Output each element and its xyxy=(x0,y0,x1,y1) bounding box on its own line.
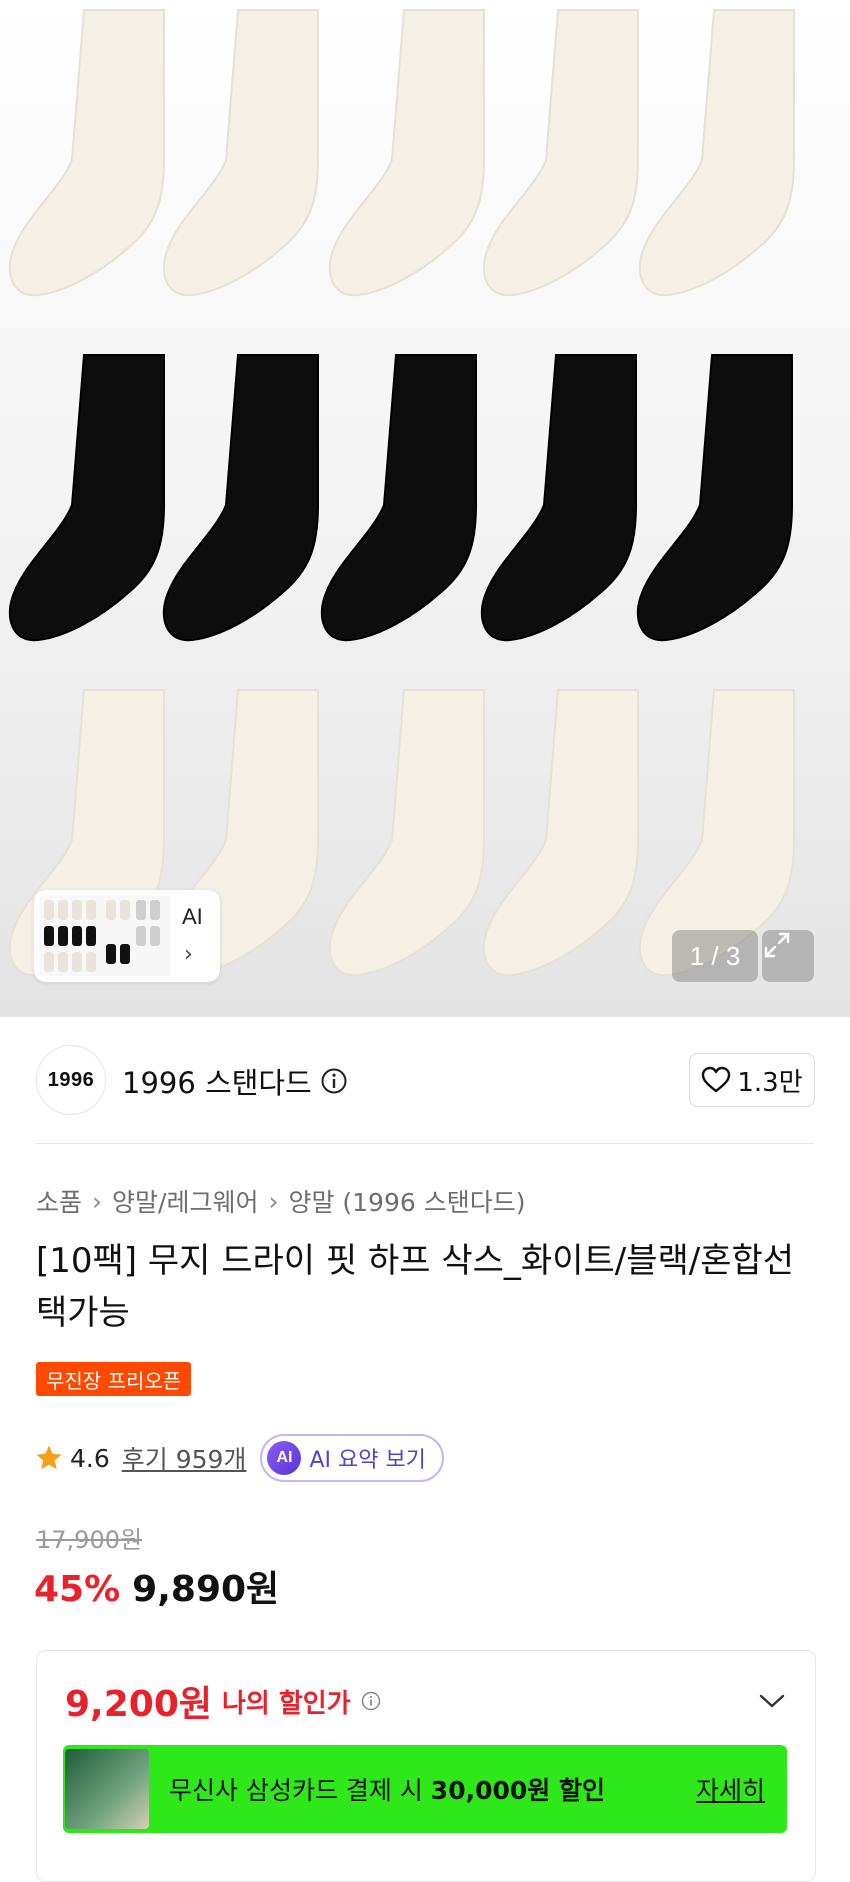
chevron-right-icon: › xyxy=(268,1186,279,1216)
review-link[interactable]: 후기 959개 xyxy=(122,1440,247,1476)
like-count: 1.3만 xyxy=(737,1067,803,1098)
card-promo-amount: 30,000원 할인 xyxy=(430,1776,605,1805)
rating-score: 4.6 xyxy=(70,1443,110,1473)
star-icon xyxy=(36,1445,62,1470)
heart-icon xyxy=(702,1066,731,1093)
sale-price: 9,890원 xyxy=(132,1569,280,1610)
card-promo-prefix: 무신사 삼성카드 결제 시 xyxy=(169,1776,431,1805)
divider xyxy=(36,1143,814,1144)
card-promo-more-link[interactable]: 자세히 xyxy=(696,1771,765,1807)
info-icon[interactable] xyxy=(320,1067,348,1095)
ai-thumb-label: AI xyxy=(182,904,203,929)
card-promo-image xyxy=(65,1749,149,1829)
chevron-right-icon: › xyxy=(92,1186,103,1216)
chevron-down-icon[interactable] xyxy=(759,1693,785,1709)
brand-logo[interactable]: 1996 xyxy=(36,1045,106,1115)
breadcrumb-item[interactable]: 소품 xyxy=(36,1183,82,1219)
ai-summary-button[interactable]: AI AI 요약 보기 xyxy=(260,1434,444,1482)
socks-illustration xyxy=(8,9,795,977)
socks-thumbnail-icon xyxy=(40,896,170,976)
expand-icon xyxy=(764,932,790,958)
product-title: [10팩] 무지 드라이 핏 하프 삭스_화이트/블랙/혼합선택가능 xyxy=(36,1241,795,1333)
promo-badge: 무진장 프리오픈 xyxy=(36,1362,192,1396)
ai-thumbnail-button[interactable]: AI › xyxy=(34,890,220,982)
breadcrumb: 소품 › 양말/레그웨어 › 양말 (1996 스탠다드) xyxy=(36,1183,525,1219)
product-image[interactable]: AI › 1 / 3 xyxy=(0,0,850,1017)
card-promo-text: 무신사 삼성카드 결제 시 30,000원 할인 xyxy=(169,1771,696,1807)
brand-name: 1996 스탠다드 xyxy=(122,1066,312,1100)
ai-icon: AI xyxy=(267,1441,302,1475)
breadcrumb-item[interactable]: 양말 (1996 스탠다드) xyxy=(288,1183,525,1219)
my-price-label: 나의 할인가 xyxy=(222,1688,351,1719)
discount-panel: 9,200원 나의 할인가 무신사 삼성카드 결제 시 30,000원 할인 자… xyxy=(36,1650,816,1882)
original-price: 17,900원 xyxy=(36,1526,143,1554)
ai-summary-label: AI 요약 보기 xyxy=(309,1448,426,1473)
like-button[interactable]: 1.3만 xyxy=(689,1053,815,1107)
rating-row: 4.6 후기 959개 AI AI 요약 보기 xyxy=(34,1434,444,1482)
my-price-amount: 9,200원 xyxy=(65,1684,212,1725)
chevron-right-icon: › xyxy=(184,942,193,967)
image-counter: 1 / 3 xyxy=(672,930,758,982)
expand-button[interactable] xyxy=(762,930,814,982)
discount-rate: 45% xyxy=(34,1569,121,1610)
breadcrumb-item[interactable]: 양말/레그웨어 xyxy=(112,1183,258,1219)
card-promo-banner[interactable]: 무신사 삼성카드 결제 시 30,000원 할인 자세히 xyxy=(63,1745,787,1833)
my-price-row[interactable]: 9,200원 나의 할인가 xyxy=(65,1675,381,1727)
info-icon[interactable] xyxy=(361,1691,381,1711)
brand-link[interactable]: 1996 스탠다드 xyxy=(122,1060,348,1102)
price-row: 45% 9,890원 xyxy=(34,1560,279,1612)
